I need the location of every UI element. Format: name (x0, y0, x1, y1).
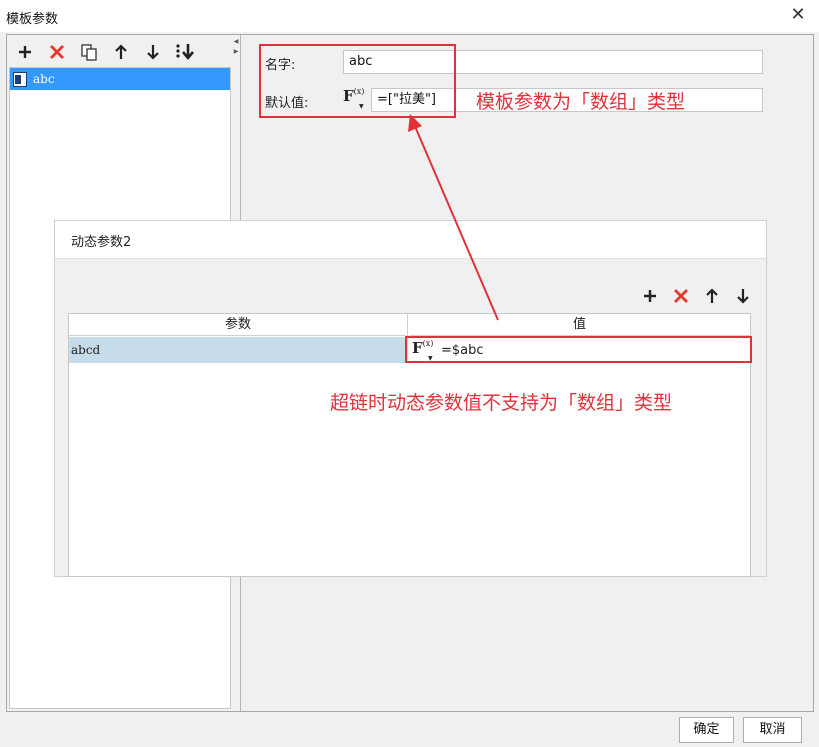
sort-down-icon (176, 44, 194, 61)
add-row-button[interactable] (634, 283, 665, 309)
arrow-down-icon (736, 289, 749, 304)
template-params-dialog: 模板参数 ✕ abc ◀ ▶ 名字: abc 默认值: F(x) ▼ =["拉美… (0, 0, 819, 747)
column-header-param: 参数 (69, 314, 408, 336)
tree-item-label: abc (33, 72, 55, 86)
red-x-icon (673, 289, 688, 303)
dynamic-toolbar (634, 283, 758, 309)
row-up-button[interactable] (696, 283, 727, 309)
copy-param-button[interactable] (73, 39, 105, 65)
close-button[interactable]: ✕ (787, 5, 809, 27)
plus-icon (643, 290, 656, 302)
tree-item-abc[interactable]: abc (10, 68, 230, 90)
plus-icon (19, 46, 31, 58)
table-row-param-cell[interactable]: abcd (69, 337, 408, 363)
param-icon (13, 71, 27, 87)
annotation-arrow (408, 114, 499, 321)
move-up-button[interactable] (105, 39, 137, 65)
arrow-up-icon (705, 288, 718, 303)
arrow-up-icon (115, 44, 127, 59)
collapse-left-icon: ◀ (233, 38, 239, 45)
expand-right-icon: ▶ (233, 48, 239, 55)
highlight-box-template-param (259, 44, 456, 118)
delete-param-button[interactable] (41, 39, 73, 65)
dynamic-panel-title: 动态参数2 (71, 235, 132, 250)
copy-icon (81, 44, 97, 61)
sort-button[interactable] (169, 39, 201, 65)
title-bar: 模板参数 ✕ (0, 0, 819, 32)
dialog-title: 模板参数 (6, 12, 59, 27)
delete-row-button[interactable] (665, 283, 696, 309)
red-x-icon (50, 45, 64, 59)
move-down-button[interactable] (137, 39, 169, 65)
bottom-annotation: 超链时动态参数值不支持为「数组」类型 (330, 392, 673, 414)
row-down-button[interactable] (727, 283, 758, 309)
cancel-button[interactable]: 取消 (743, 717, 802, 743)
highlight-box-dynamic-value (405, 336, 752, 363)
arrow-down-icon (147, 45, 159, 60)
param-toolbar (9, 39, 201, 65)
add-param-button[interactable] (9, 39, 41, 65)
ok-button[interactable]: 确定 (679, 717, 734, 743)
